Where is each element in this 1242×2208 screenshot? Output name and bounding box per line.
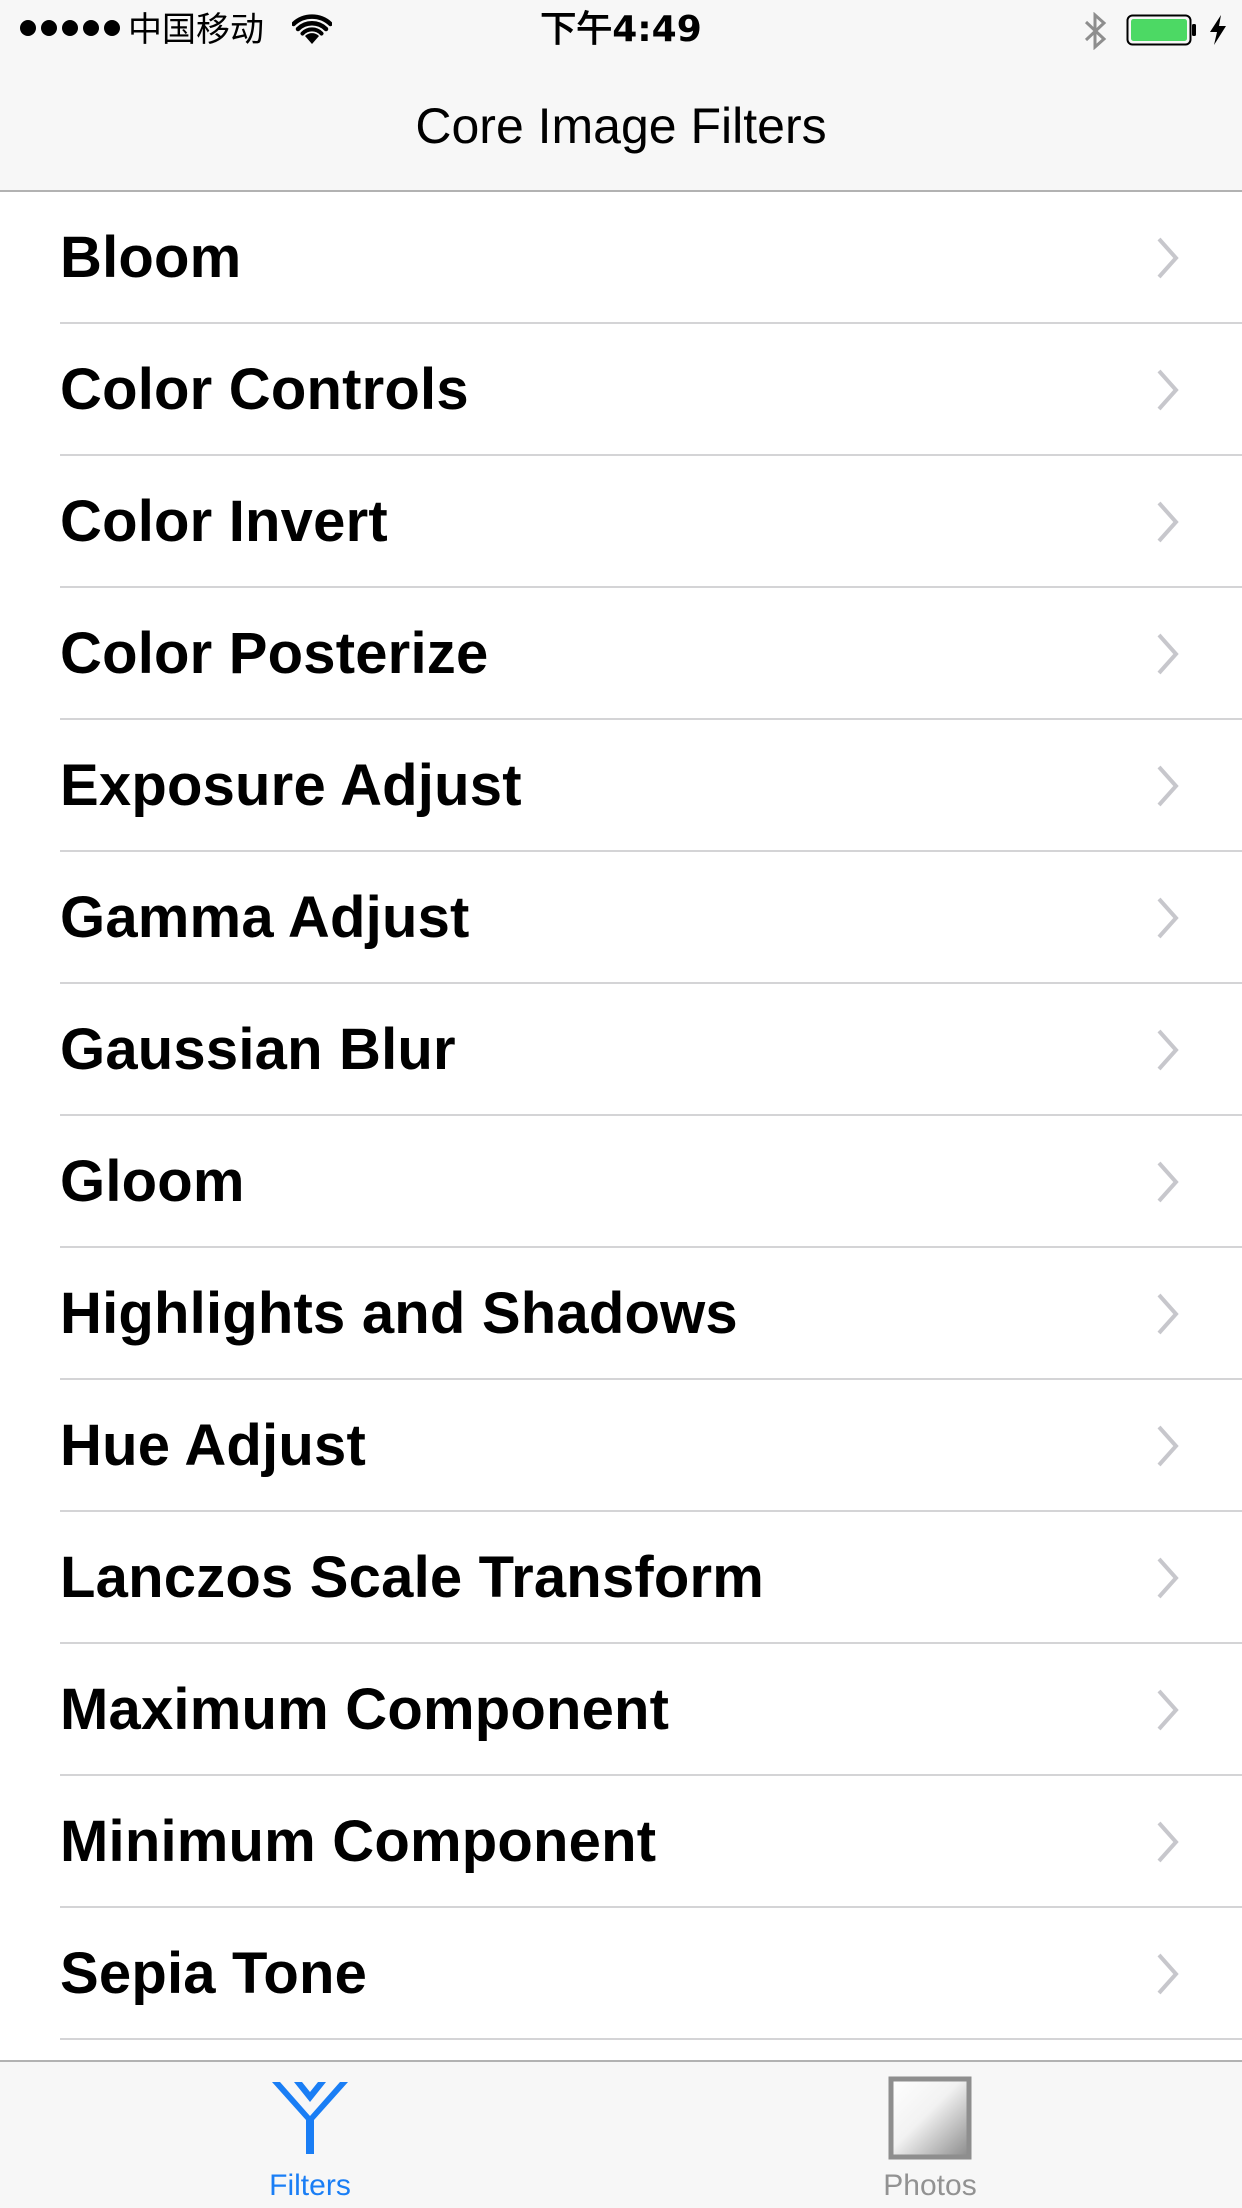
chevron-right-icon bbox=[1157, 1029, 1179, 1071]
tab-photos[interactable]: Photos bbox=[780, 2062, 1080, 2208]
tab-bar: Filters Photos bbox=[0, 2060, 1242, 2208]
chevron-right-icon bbox=[1157, 1161, 1179, 1203]
battery-icon bbox=[1126, 14, 1196, 46]
chevron-right-icon bbox=[1157, 765, 1179, 807]
filter-list: Bloom Color Controls Color Invert Color … bbox=[0, 192, 1242, 2040]
list-item[interactable]: Color Invert bbox=[0, 456, 1242, 588]
filter-label: Color Controls bbox=[60, 357, 469, 422]
bluetooth-icon bbox=[1084, 12, 1107, 50]
chevron-right-icon bbox=[1157, 237, 1179, 279]
list-item[interactable]: Color Controls bbox=[0, 324, 1242, 456]
list-item[interactable]: Sepia Tone bbox=[0, 1908, 1242, 2040]
chevron-right-icon bbox=[1157, 1953, 1179, 1995]
tab-filters[interactable]: Filters bbox=[160, 2062, 460, 2208]
list-item[interactable]: Hue Adjust bbox=[0, 1380, 1242, 1512]
filter-label: Sepia Tone bbox=[60, 1941, 368, 2006]
list-item[interactable]: Maximum Component bbox=[0, 1644, 1242, 1776]
tab-label: Filters bbox=[269, 2169, 351, 2202]
filter-label: Bloom bbox=[60, 225, 242, 290]
charging-bolt-icon bbox=[1210, 15, 1226, 45]
chevron-right-icon bbox=[1157, 1425, 1179, 1467]
chevron-right-icon bbox=[1157, 1821, 1179, 1863]
tab-label: Photos bbox=[883, 2169, 977, 2202]
screen: 中国移动 下午4:49 Core Image Filters Bloom Col… bbox=[0, 0, 1242, 2208]
filter-label: Lanczos Scale Transform bbox=[60, 1545, 765, 1610]
filter-label: Color Posterize bbox=[60, 621, 489, 686]
chevron-right-icon bbox=[1157, 1689, 1179, 1731]
filter-label: Gaussian Blur bbox=[60, 1017, 456, 1082]
chevron-right-icon bbox=[1157, 1293, 1179, 1335]
list-item[interactable]: Gloom bbox=[0, 1116, 1242, 1248]
filter-label: Hue Adjust bbox=[60, 1413, 366, 1478]
list-item[interactable]: Bloom bbox=[0, 192, 1242, 324]
chevron-right-icon bbox=[1157, 369, 1179, 411]
filter-label: Minimum Component bbox=[60, 1809, 657, 1874]
list-item[interactable]: Gamma Adjust bbox=[0, 852, 1242, 984]
chevron-right-icon bbox=[1157, 1557, 1179, 1599]
filter-label: Maximum Component bbox=[60, 1677, 670, 1742]
filter-label: Exposure Adjust bbox=[60, 753, 522, 818]
photo-frame-icon bbox=[888, 2076, 972, 2160]
list-item[interactable]: Minimum Component bbox=[0, 1776, 1242, 1908]
chevron-right-icon bbox=[1157, 897, 1179, 939]
top-bar: 中国移动 下午4:49 Core Image Filters bbox=[0, 0, 1242, 192]
list-item[interactable]: Gaussian Blur bbox=[0, 984, 1242, 1116]
chevron-right-icon bbox=[1157, 633, 1179, 675]
filter-label: Color Invert bbox=[60, 489, 388, 554]
list-item[interactable]: Exposure Adjust bbox=[0, 720, 1242, 852]
list-item[interactable]: Color Posterize bbox=[0, 588, 1242, 720]
filter-label: Highlights and Shadows bbox=[60, 1281, 738, 1346]
chevron-right-icon bbox=[1157, 501, 1179, 543]
filter-label: Gamma Adjust bbox=[60, 885, 470, 950]
list-item[interactable]: Highlights and Shadows bbox=[0, 1248, 1242, 1380]
filter-label: Gloom bbox=[60, 1149, 245, 1214]
status-bar: 中国移动 下午4:49 bbox=[0, 0, 1242, 60]
status-time: 下午4:49 bbox=[540, 9, 702, 50]
list-item[interactable]: Lanczos Scale Transform bbox=[0, 1512, 1242, 1644]
filter-funnel-icon bbox=[272, 2082, 348, 2154]
page-title: Core Image Filters bbox=[415, 98, 827, 154]
